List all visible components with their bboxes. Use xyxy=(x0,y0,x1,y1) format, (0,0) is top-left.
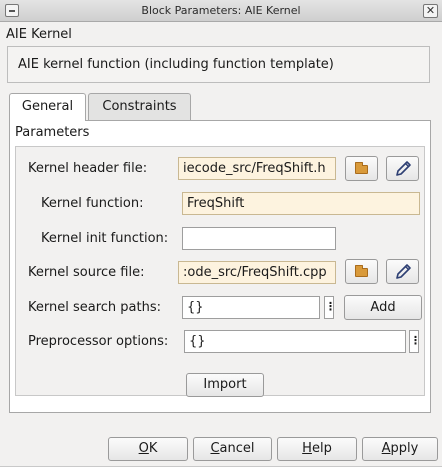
block-parameters-dialog: Block Parameters: AIE Kernel ✕ AIE Kerne… xyxy=(0,0,442,467)
browse-source-button[interactable] xyxy=(345,259,378,284)
kernel-source-file-field[interactable]: :ode_src/FreqShift.cpp xyxy=(178,261,336,284)
kernel-init-function-label: Kernel init function: xyxy=(41,231,169,246)
kernel-source-file-label: Kernel source file: xyxy=(28,265,145,280)
folder-icon xyxy=(355,265,368,277)
apply-label-rest: pply xyxy=(390,441,419,456)
parameters-label: Parameters xyxy=(15,125,90,140)
tab-constraints[interactable]: Constraints xyxy=(88,93,191,120)
kernel-function-label: Kernel function: xyxy=(41,196,144,211)
search-paths-menu-icon[interactable]: ⋮ xyxy=(324,296,336,319)
kernel-search-paths-field[interactable]: {} xyxy=(182,296,320,319)
kernel-header-file-label: Kernel header file: xyxy=(28,161,148,176)
preprocessor-options-label: Preprocessor options: xyxy=(28,334,169,349)
add-search-path-button[interactable]: Add xyxy=(344,295,422,320)
help-button[interactable]: Help xyxy=(277,437,357,461)
cancel-label-rest: ancel xyxy=(219,441,255,456)
ok-label-rest: K xyxy=(148,441,158,456)
pencil-icon xyxy=(396,264,411,279)
apply-mnemonic: A xyxy=(381,441,391,456)
kernel-search-paths-label: Kernel search paths: xyxy=(28,300,161,315)
ok-button[interactable]: OK xyxy=(108,437,188,461)
kernel-init-function-field[interactable] xyxy=(182,227,336,250)
ok-mnemonic: O xyxy=(138,441,149,456)
apply-button[interactable]: Apply xyxy=(362,437,438,461)
edit-source-button[interactable] xyxy=(386,259,419,284)
browse-header-button[interactable] xyxy=(345,156,378,181)
preprocessor-options-field[interactable]: {} xyxy=(184,330,406,353)
preprocessor-menu-icon[interactable]: ⋮ xyxy=(409,330,421,353)
close-icon[interactable]: ✕ xyxy=(423,4,438,18)
block-description-box: AIE kernel function (including function … xyxy=(7,46,430,83)
import-button[interactable]: Import xyxy=(186,373,264,397)
kernel-header-file-field[interactable]: iecode_src/FreqShift.h xyxy=(178,157,336,180)
edit-header-button[interactable] xyxy=(386,156,419,181)
kernel-function-field[interactable]: FreqShift xyxy=(182,192,420,215)
tab-general[interactable]: General xyxy=(9,93,86,121)
cancel-mnemonic: C xyxy=(210,441,220,456)
help-label-rest: elp xyxy=(311,441,332,456)
window-title: Block Parameters: AIE Kernel xyxy=(141,4,301,17)
block-description: AIE kernel function (including function … xyxy=(18,57,334,72)
folder-icon xyxy=(355,162,368,174)
title-bar[interactable]: Block Parameters: AIE Kernel ✕ xyxy=(0,0,442,22)
help-mnemonic: H xyxy=(302,441,312,456)
pencil-icon xyxy=(396,161,411,176)
cancel-button[interactable]: Cancel xyxy=(193,437,272,461)
block-name: AIE Kernel xyxy=(6,27,72,42)
